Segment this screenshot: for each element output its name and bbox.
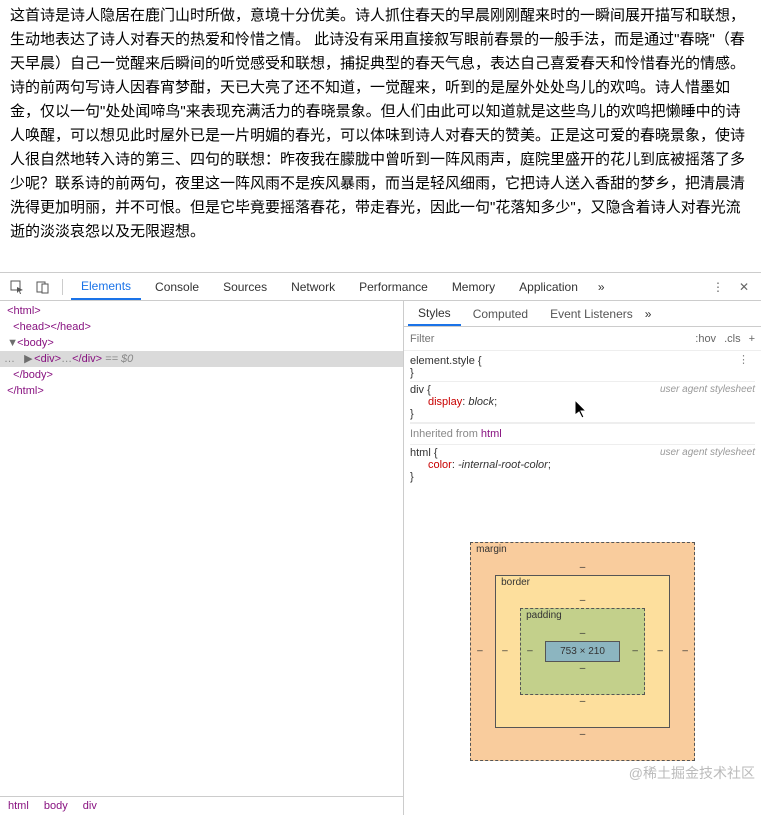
prop-display[interactable]: display: block; — [410, 396, 755, 408]
rule-div[interactable]: user agent stylesheet div { display: blo… — [410, 382, 755, 423]
kebab-icon[interactable]: ⋮ — [707, 276, 729, 298]
dom-node-head[interactable]: <head></head> — [0, 319, 403, 335]
ua-label: user agent stylesheet — [660, 447, 755, 458]
devtools-toolbar: Elements Console Sources Network Perform… — [0, 273, 761, 301]
dom-node-div-selected[interactable]: … ▶<div>…</div> == $0 — [0, 351, 403, 367]
tab-network[interactable]: Network — [281, 273, 345, 300]
styles-filter-input[interactable] — [410, 333, 695, 345]
tab-event-listeners[interactable]: Event Listeners — [540, 301, 643, 326]
bm-margin[interactable]: margin – – – border – – – padding – — [470, 542, 695, 761]
watermark: @稀土掘金技术社区 — [629, 763, 755, 783]
crumb-div[interactable]: div — [83, 800, 97, 812]
tab-application[interactable]: Application — [509, 273, 588, 300]
tab-styles[interactable]: Styles — [408, 301, 461, 326]
breadcrumb[interactable]: html body div — [0, 796, 403, 815]
crumb-body[interactable]: body — [44, 800, 68, 812]
hov-toggle[interactable]: :hov — [695, 333, 716, 345]
bm-padding[interactable]: padding – – – 753 × 210 – — [520, 608, 645, 695]
tabs-overflow-icon[interactable]: » — [592, 280, 611, 294]
bm-content[interactable]: 753 × 210 — [545, 641, 620, 662]
rule-menu-icon[interactable]: ⋮ — [738, 353, 749, 366]
close-icon[interactable]: ✕ — [733, 276, 755, 298]
dom-node-body[interactable]: ▼<body> — [0, 335, 403, 351]
dom-node-html-close[interactable]: </html> — [0, 383, 403, 399]
dom-node-html[interactable]: <html> — [0, 303, 403, 319]
tab-elements[interactable]: Elements — [71, 273, 141, 300]
cls-toggle[interactable]: .cls — [724, 333, 741, 345]
elements-panel: <html> <head></head> ▼<body> … ▶<div>…</… — [0, 301, 404, 815]
inspect-icon[interactable] — [6, 276, 28, 298]
new-rule-button[interactable]: + — [749, 333, 755, 345]
styles-panel: Styles Computed Event Listeners » :hov .… — [404, 301, 761, 815]
devtools: Elements Console Sources Network Perform… — [0, 272, 761, 815]
styles-tabs: Styles Computed Event Listeners » — [404, 301, 761, 327]
article-text: 这首诗是诗人隐居在鹿门山时所做，意境十分优美。诗人抓住春天的早晨刚刚醒来时的一瞬… — [10, 4, 751, 244]
ua-label: user agent stylesheet — [660, 384, 755, 395]
styles-filter-row: :hov .cls + — [404, 327, 761, 351]
tab-computed[interactable]: Computed — [463, 301, 538, 326]
dom-node-body-close[interactable]: </body> — [0, 367, 403, 383]
inherited-from: Inherited from html — [410, 423, 755, 445]
tab-memory[interactable]: Memory — [442, 273, 505, 300]
styles-tabs-overflow-icon[interactable]: » — [645, 307, 652, 321]
page-content: 这首诗是诗人隐居在鹿门山时所做，意境十分优美。诗人抓住春天的早晨刚刚醒来时的一瞬… — [0, 0, 761, 272]
tab-sources[interactable]: Sources — [213, 273, 277, 300]
device-icon[interactable] — [32, 276, 54, 298]
crumb-html[interactable]: html — [8, 800, 29, 812]
style-rules: ⋮ element.style { } user agent styleshee… — [404, 351, 761, 487]
tab-performance[interactable]: Performance — [349, 273, 438, 300]
rule-html[interactable]: user agent stylesheet html { color: -int… — [410, 445, 755, 485]
prop-color[interactable]: color: -internal-root-color; — [410, 459, 755, 471]
tab-console[interactable]: Console — [145, 273, 209, 300]
devtools-body: <html> <head></head> ▼<body> … ▶<div>…</… — [0, 301, 761, 815]
divider — [62, 279, 63, 295]
rule-element-style[interactable]: ⋮ element.style { } — [410, 353, 755, 382]
bm-border[interactable]: border – – – padding – – – 753 × 210 – — [495, 575, 670, 728]
dom-tree[interactable]: <html> <head></head> ▼<body> … ▶<div>…</… — [0, 301, 403, 796]
